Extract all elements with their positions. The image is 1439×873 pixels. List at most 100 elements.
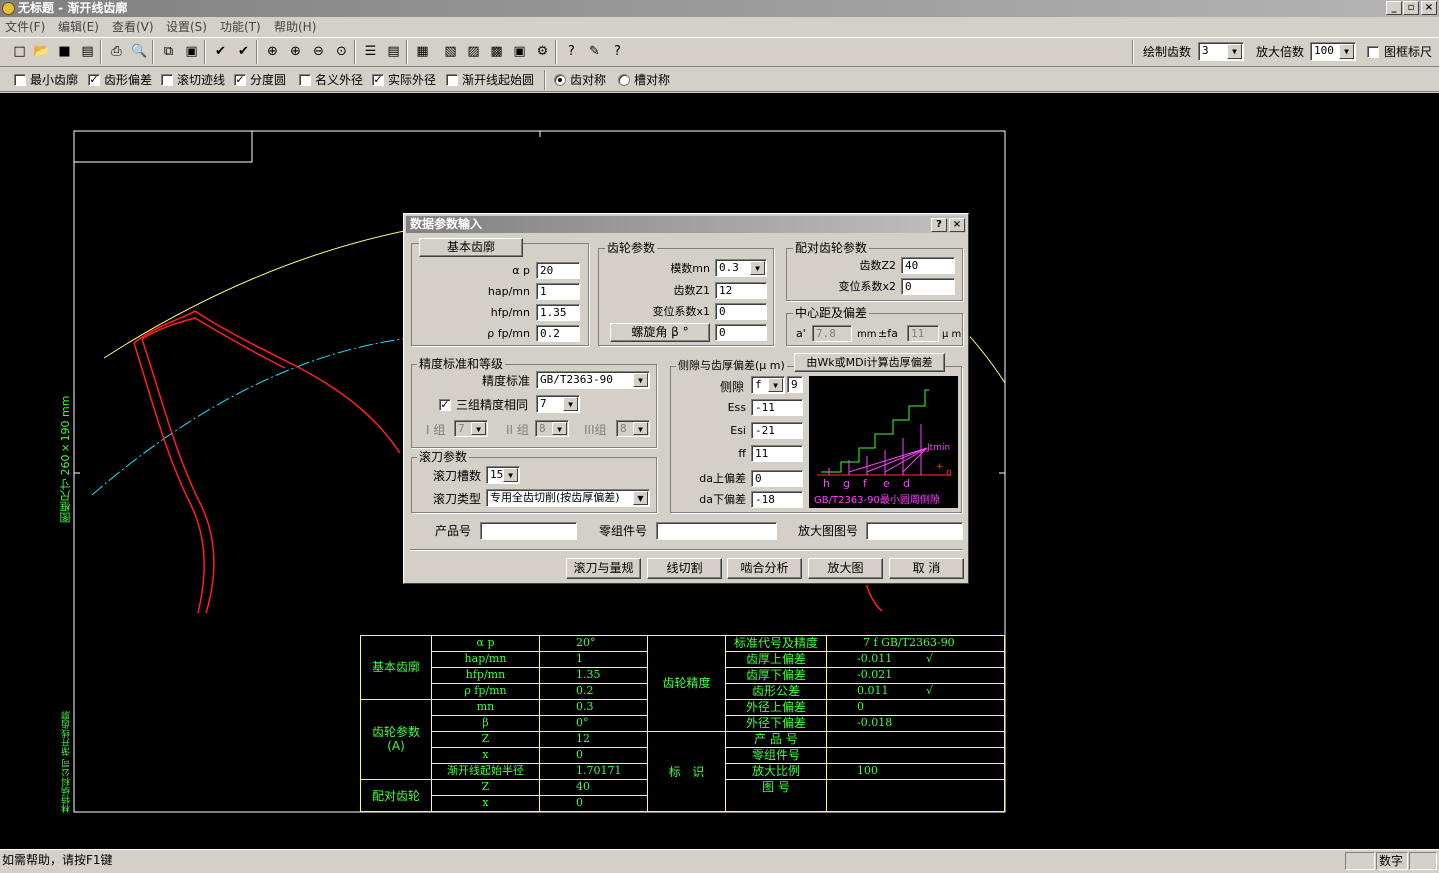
calc-thickness-button[interactable]: 由Wk或MDi计算齿厚偏差: [794, 353, 945, 372]
product-no-input[interactable]: [480, 522, 577, 540]
backlash-side-select[interactable]: f ▼: [751, 376, 785, 394]
save-as-button[interactable]: ▤: [77, 41, 98, 62]
export-button[interactable]: ▩: [486, 41, 507, 62]
new-file-button[interactable]: □: [9, 41, 30, 62]
ruler-checkbox[interactable]: [1367, 46, 1379, 58]
app-icon[interactable]: [2, 2, 15, 15]
settings-button[interactable]: ⚙: [532, 41, 553, 62]
da-lower-input[interactable]: -18: [751, 491, 803, 508]
esi-input[interactable]: -21: [751, 422, 803, 439]
checkmark-alt-icon: ✔: [238, 44, 249, 59]
menu-settings[interactable]: 设置(S): [166, 17, 207, 37]
basic-profile-button[interactable]: 基本齿廓: [419, 238, 523, 257]
z2-input[interactable]: 40: [901, 257, 955, 274]
z1-input[interactable]: 12: [715, 282, 767, 299]
close-window-button[interactable]: ×: [1421, 1, 1437, 15]
hob-slots-select[interactable]: 15 ▼: [486, 466, 520, 484]
symmetry-radio-2[interactable]: [618, 74, 630, 86]
table-key-cell: 外径下偏差: [745, 716, 806, 730]
print-button[interactable]: ⎙: [106, 41, 127, 62]
chart-button[interactable]: ▧: [440, 41, 461, 62]
accuracy-std-select[interactable]: GB/T2363-90 ▼: [536, 371, 650, 389]
ff-input[interactable]: 11: [751, 445, 803, 462]
option-checkbox-4[interactable]: ✓: [234, 74, 246, 86]
da-upper-input[interactable]: 0: [751, 470, 803, 487]
zoom-out-button[interactable]: ⊖: [308, 41, 329, 62]
help-pointer-button[interactable]: ?: [561, 41, 582, 62]
alpha-p-input[interactable]: 20: [536, 262, 580, 279]
module-select[interactable]: 0.3 ▼: [715, 259, 767, 277]
table-key-cell: hfp/mn: [465, 668, 506, 681]
check-mark-icon: √: [926, 652, 934, 665]
helix-angle-button[interactable]: 螺旋角 β °: [610, 323, 710, 342]
table-button[interactable]: ▨: [463, 41, 484, 62]
backlash-extra-input[interactable]: 9: [787, 376, 803, 393]
about-button[interactable]: ✎: [584, 41, 605, 62]
zoom-in-button[interactable]: ⊕: [285, 41, 306, 62]
backlash-title: 侧隙与齿厚偏差(μ m): [676, 359, 787, 373]
enlarge-button[interactable]: 放大图: [808, 558, 883, 579]
menu-file[interactable]: 文件(F): [5, 17, 45, 37]
zoom-window-button[interactable]: ⊕: [262, 41, 283, 62]
zoom-fit-button[interactable]: ⊙: [331, 41, 352, 62]
center-distance-input[interactable]: 7.8: [812, 325, 852, 342]
save-button[interactable]: ■: [54, 41, 75, 62]
checkmark-alt-button[interactable]: ✔: [233, 41, 254, 62]
status-pane: [1409, 852, 1437, 870]
checkmark-button[interactable]: ✔: [210, 41, 231, 62]
same-accuracy-checkbox[interactable]: ✓: [439, 399, 451, 411]
calculator-button[interactable]: ▦: [412, 41, 433, 62]
option-checkbox-2[interactable]: ✓: [88, 74, 100, 86]
group3-select[interactable]: 8 ▼: [616, 420, 650, 437]
option-checkbox-1[interactable]: [14, 74, 26, 86]
mesh-analysis-button[interactable]: 啮合分析: [727, 558, 802, 579]
print-icon: ⎙: [111, 44, 122, 59]
ess-input[interactable]: -11: [751, 399, 803, 416]
part-no-input[interactable]: [656, 522, 777, 540]
option-label-1: 最小齿廓: [30, 73, 79, 87]
chevron-down-icon: ▼: [750, 261, 765, 275]
option-checkbox-3[interactable]: [161, 74, 173, 86]
minimize-button[interactable]: _: [1386, 1, 1402, 15]
option-checkbox-7[interactable]: [446, 74, 458, 86]
center-distance-title: 中心距及偏差: [793, 306, 870, 320]
option-checkbox-5[interactable]: [299, 74, 311, 86]
hfp-input[interactable]: 1.35: [536, 304, 580, 321]
wire-cut-button[interactable]: 线切割: [647, 558, 722, 579]
frame-alt-button[interactable]: ▣: [181, 41, 202, 62]
restore-button[interactable]: ▫: [1403, 1, 1419, 15]
dialog-close-button[interactable]: ×: [949, 218, 965, 232]
menu-tools[interactable]: 功能(T): [220, 17, 261, 37]
image-button[interactable]: ▣: [509, 41, 530, 62]
same-accuracy-select[interactable]: 7 ▼: [536, 395, 580, 413]
hob-type-select[interactable]: 专用全齿切削(按齿厚偏差) ▼: [486, 489, 650, 507]
gear-tooth-profile: [133, 338, 215, 614]
x1-input[interactable]: 0: [715, 303, 767, 320]
group1-select[interactable]: 7 ▼: [454, 420, 488, 437]
menu-help[interactable]: 帮助(H): [274, 17, 316, 37]
teeth-count-select[interactable]: 3 ▼: [1198, 42, 1244, 61]
tool-a-button[interactable]: ☰: [360, 41, 381, 62]
x2-input[interactable]: 0: [901, 278, 955, 295]
scale-select[interactable]: 100 ▼: [1310, 42, 1356, 61]
rho-fp-input[interactable]: 0.2: [536, 325, 580, 342]
frame-button[interactable]: ⧉: [158, 41, 179, 62]
option-label-3: 滚切迹线: [177, 73, 226, 87]
print-preview-button[interactable]: 🔍: [129, 41, 150, 62]
group2-select[interactable]: 8 ▼: [535, 420, 569, 437]
menu-view[interactable]: 查看(V): [112, 17, 154, 37]
enlarge-drawing-input[interactable]: [866, 522, 963, 540]
open-folder-button[interactable]: 📂: [31, 41, 52, 62]
cancel-button[interactable]: 取 消: [889, 558, 964, 579]
dialog-help-button[interactable]: ?: [931, 218, 947, 232]
status-bar: [0, 849, 1439, 873]
symmetry-radio-1[interactable]: [554, 74, 566, 86]
question-button[interactable]: ?: [607, 41, 628, 62]
menu-edit[interactable]: 编辑(E): [58, 17, 99, 37]
helix-angle-input[interactable]: 0: [715, 324, 767, 341]
fa-input[interactable]: 11: [907, 325, 939, 342]
tool-b-button[interactable]: ▤: [383, 41, 404, 62]
hob-gauge-button[interactable]: 滚刀与量规: [566, 558, 641, 579]
hap-input[interactable]: 1: [536, 283, 580, 300]
option-checkbox-6[interactable]: ✓: [372, 74, 384, 86]
